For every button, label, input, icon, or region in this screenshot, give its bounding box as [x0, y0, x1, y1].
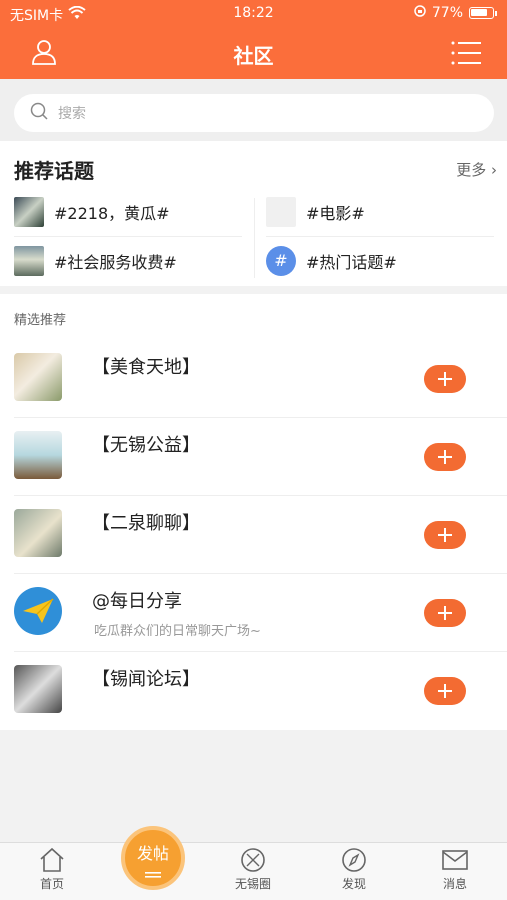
search-placeholder: 搜索 [58, 106, 86, 122]
tab-label: 首页 [39, 877, 64, 891]
list-item[interactable]: 【美食天地】 [0, 340, 507, 418]
tab-label: 发现 [341, 877, 366, 891]
topic-divider [14, 236, 242, 237]
topic-item[interactable]: #2218，黄瓜# [14, 197, 170, 227]
search-input[interactable]: 搜索 [14, 94, 494, 132]
plus-icon [438, 606, 452, 620]
circle-icon [241, 848, 265, 872]
topic-thumbnail [14, 246, 44, 276]
forum-description: 吃瓜群众们的日常聊天广场~ [94, 624, 261, 639]
topic-label: #2218，黄瓜# [54, 204, 170, 223]
forum-name: @每日分享 [92, 591, 182, 612]
tab-bar: 首页 无锡圈 发现 消息 [0, 842, 507, 900]
search-icon [30, 102, 48, 124]
topic-label: #热门话题# [306, 253, 397, 272]
topic-item[interactable]: #电影# [266, 197, 365, 227]
lines-icon [145, 872, 161, 878]
forum-name: 【锡闻论坛】 [92, 669, 200, 690]
list-item[interactable]: 【无锡公益】 [0, 418, 507, 496]
add-button[interactable] [424, 677, 466, 705]
topic-label: #电影# [306, 204, 365, 223]
chevron-right-icon: › [491, 161, 497, 179]
compass-icon [342, 848, 366, 872]
plus-icon [438, 528, 452, 542]
topics-heading: 推荐话题 [14, 159, 94, 183]
nav-bar: 社区 [0, 28, 507, 79]
paper-plane-icon [14, 587, 62, 635]
recommended-topics: 推荐话题 更多 › #2218，黄瓜# #电影# #社会服务收费# # #热门话… [0, 141, 507, 286]
list-item[interactable]: @每日分享 吃瓜群众们的日常聊天广场~ [0, 574, 507, 652]
topic-item[interactable]: #社会服务收费# [14, 246, 177, 276]
list-item[interactable]: 【锡闻论坛】 [0, 652, 507, 730]
app-header: 无SIM卡 18:22 77% 社区 [0, 0, 507, 79]
post-button[interactable]: 发帖 [121, 826, 185, 890]
avatar [14, 431, 62, 479]
forum-name: 【二泉聊聊】 [92, 513, 200, 534]
tab-label: 无锡圈 [234, 877, 271, 891]
topic-label: #社会服务收费# [54, 253, 177, 272]
menu-icon[interactable] [451, 40, 481, 70]
topic-divider [266, 236, 494, 237]
add-button[interactable] [424, 521, 466, 549]
featured-heading: 精选推荐 [14, 313, 67, 328]
featured-section: 精选推荐 【美食天地】 【无锡公益】 【二泉聊聊】 @每日分享 吃瓜群众们的日常… [0, 294, 507, 730]
more-link[interactable]: 更多 › [456, 159, 497, 180]
topic-thumbnail [266, 197, 296, 227]
add-button[interactable] [424, 365, 466, 393]
plus-icon [438, 684, 452, 698]
tab-messages[interactable]: 消息 [415, 847, 495, 892]
home-icon [40, 847, 64, 872]
avatar [14, 353, 62, 401]
tab-discover[interactable]: 发现 [314, 847, 394, 892]
forum-name: 【美食天地】 [92, 357, 200, 378]
status-bar: 无SIM卡 18:22 77% [0, 0, 507, 28]
tab-circle[interactable]: 无锡圈 [213, 847, 293, 892]
list-item[interactable]: 【二泉聊聊】 [0, 496, 507, 574]
add-button[interactable] [424, 443, 466, 471]
more-label: 更多 [456, 161, 487, 179]
topic-item[interactable]: # #热门话题# [266, 246, 397, 276]
battery-tip [495, 10, 497, 16]
add-button[interactable] [424, 599, 466, 627]
tab-home[interactable]: 首页 [12, 847, 92, 892]
topic-thumbnail [14, 197, 44, 227]
post-label: 发帖 [136, 844, 169, 863]
plus-icon [438, 372, 452, 386]
battery-icon [469, 7, 494, 19]
hashtag-icon: # [266, 246, 296, 276]
avatar [14, 509, 62, 557]
plus-icon [438, 450, 452, 464]
tab-label: 消息 [442, 877, 467, 891]
topic-divider [254, 198, 255, 278]
avatar [14, 665, 62, 713]
search-section: 搜索 [0, 79, 507, 141]
mail-icon [442, 850, 468, 870]
rotation-lock-icon [414, 5, 426, 21]
page-title: 社区 [233, 44, 274, 68]
forum-name: 【无锡公益】 [92, 435, 200, 456]
battery-percent: 77% [431, 5, 463, 21]
